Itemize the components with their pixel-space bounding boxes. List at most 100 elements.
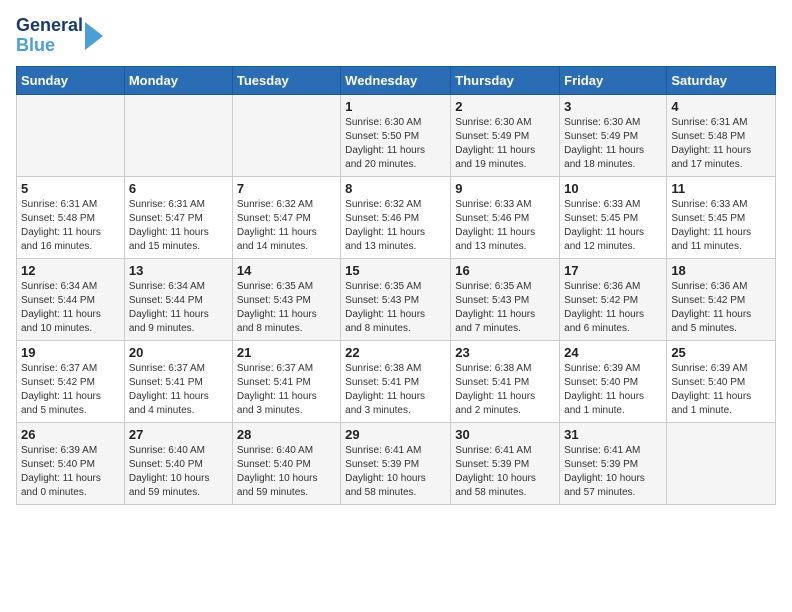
calendar-week-row: 1 Sunrise: 6:30 AM Sunset: 5:50 PM Daylig… (17, 94, 776, 176)
day-number: 3 (564, 99, 662, 114)
calendar-cell: 8 Sunrise: 6:32 AM Sunset: 5:46 PM Daylig… (341, 176, 451, 258)
day-number: 19 (21, 345, 120, 360)
calendar-cell: 31 Sunrise: 6:41 AM Sunset: 5:39 PM Dayli… (560, 422, 667, 504)
day-number: 15 (345, 263, 446, 278)
weekday-header-friday: Friday (560, 66, 667, 94)
day-number: 17 (564, 263, 662, 278)
calendar-cell: 14 Sunrise: 6:35 AM Sunset: 5:43 PM Dayli… (232, 258, 340, 340)
day-info: Sunrise: 6:32 AM Sunset: 5:46 PM Dayligh… (345, 198, 446, 254)
calendar-cell: 20 Sunrise: 6:37 AM Sunset: 5:41 PM Dayli… (124, 340, 232, 422)
day-info: Sunrise: 6:31 AM Sunset: 5:48 PM Dayligh… (671, 116, 771, 172)
day-info: Sunrise: 6:36 AM Sunset: 5:42 PM Dayligh… (564, 280, 662, 336)
day-number: 29 (345, 427, 446, 442)
calendar-cell: 10 Sunrise: 6:33 AM Sunset: 5:45 PM Dayli… (560, 176, 667, 258)
calendar-cell (232, 94, 340, 176)
day-number: 18 (671, 263, 771, 278)
calendar-cell: 11 Sunrise: 6:33 AM Sunset: 5:45 PM Dayli… (667, 176, 776, 258)
day-info: Sunrise: 6:41 AM Sunset: 5:39 PM Dayligh… (564, 444, 662, 500)
calendar-cell: 19 Sunrise: 6:37 AM Sunset: 5:42 PM Dayli… (17, 340, 125, 422)
day-info: Sunrise: 6:30 AM Sunset: 5:50 PM Dayligh… (345, 116, 446, 172)
day-number: 16 (455, 263, 555, 278)
calendar-cell: 17 Sunrise: 6:36 AM Sunset: 5:42 PM Dayli… (560, 258, 667, 340)
day-info: Sunrise: 6:37 AM Sunset: 5:41 PM Dayligh… (129, 362, 228, 418)
calendar-cell: 13 Sunrise: 6:34 AM Sunset: 5:44 PM Dayli… (124, 258, 232, 340)
calendar-cell: 7 Sunrise: 6:32 AM Sunset: 5:47 PM Daylig… (232, 176, 340, 258)
calendar-cell: 12 Sunrise: 6:34 AM Sunset: 5:44 PM Dayli… (17, 258, 125, 340)
day-number: 1 (345, 99, 446, 114)
calendar-cell: 16 Sunrise: 6:35 AM Sunset: 5:43 PM Dayli… (451, 258, 560, 340)
day-info: Sunrise: 6:34 AM Sunset: 5:44 PM Dayligh… (21, 280, 120, 336)
day-info: Sunrise: 6:39 AM Sunset: 5:40 PM Dayligh… (21, 444, 120, 500)
day-number: 12 (21, 263, 120, 278)
day-number: 21 (237, 345, 336, 360)
day-number: 26 (21, 427, 120, 442)
day-number: 4 (671, 99, 771, 114)
day-info: Sunrise: 6:41 AM Sunset: 5:39 PM Dayligh… (345, 444, 446, 500)
logo-text: GeneralBlue (16, 16, 83, 56)
day-info: Sunrise: 6:33 AM Sunset: 5:45 PM Dayligh… (671, 198, 771, 254)
day-info: Sunrise: 6:38 AM Sunset: 5:41 PM Dayligh… (455, 362, 555, 418)
calendar-cell: 29 Sunrise: 6:41 AM Sunset: 5:39 PM Dayli… (341, 422, 451, 504)
day-info: Sunrise: 6:39 AM Sunset: 5:40 PM Dayligh… (564, 362, 662, 418)
day-info: Sunrise: 6:31 AM Sunset: 5:47 PM Dayligh… (129, 198, 228, 254)
day-info: Sunrise: 6:35 AM Sunset: 5:43 PM Dayligh… (455, 280, 555, 336)
calendar-cell (17, 94, 125, 176)
day-info: Sunrise: 6:39 AM Sunset: 5:40 PM Dayligh… (671, 362, 771, 418)
day-number: 13 (129, 263, 228, 278)
day-number: 28 (237, 427, 336, 442)
calendar-cell (124, 94, 232, 176)
calendar-cell: 9 Sunrise: 6:33 AM Sunset: 5:46 PM Daylig… (451, 176, 560, 258)
calendar-cell: 15Sunrise: 6:35 AM Sunset: 5:43 PM Dayli… (341, 258, 451, 340)
calendar-cell: 22Sunrise: 6:38 AM Sunset: 5:41 PM Dayli… (341, 340, 451, 422)
day-info: Sunrise: 6:41 AM Sunset: 5:39 PM Dayligh… (455, 444, 555, 500)
day-info: Sunrise: 6:35 AM Sunset: 5:43 PM Dayligh… (237, 280, 336, 336)
day-info: Sunrise: 6:30 AM Sunset: 5:49 PM Dayligh… (455, 116, 555, 172)
calendar-cell: 4 Sunrise: 6:31 AM Sunset: 5:48 PM Daylig… (667, 94, 776, 176)
calendar-cell (667, 422, 776, 504)
day-number: 23 (455, 345, 555, 360)
day-info: Sunrise: 6:33 AM Sunset: 5:46 PM Dayligh… (455, 198, 555, 254)
day-number: 9 (455, 181, 555, 196)
weekday-header-row: SundayMondayTuesdayWednesdayThursdayFrid… (17, 66, 776, 94)
day-info: Sunrise: 6:33 AM Sunset: 5:45 PM Dayligh… (564, 198, 662, 254)
day-number: 14 (237, 263, 336, 278)
weekday-header-wednesday: Wednesday (341, 66, 451, 94)
calendar-table: SundayMondayTuesdayWednesdayThursdayFrid… (16, 66, 776, 505)
day-number: 27 (129, 427, 228, 442)
day-info: Sunrise: 6:34 AM Sunset: 5:44 PM Dayligh… (129, 280, 228, 336)
day-number: 8 (345, 181, 446, 196)
calendar-week-row: 12 Sunrise: 6:34 AM Sunset: 5:44 PM Dayli… (17, 258, 776, 340)
calendar-week-row: 19 Sunrise: 6:37 AM Sunset: 5:42 PM Dayli… (17, 340, 776, 422)
logo: GeneralBlue (16, 16, 103, 56)
weekday-header-monday: Monday (124, 66, 232, 94)
calendar-cell: 27 Sunrise: 6:40 AM Sunset: 5:40 PM Dayli… (124, 422, 232, 504)
day-number: 7 (237, 181, 336, 196)
calendar-cell: 5Sunrise: 6:31 AM Sunset: 5:48 PM Daylig… (17, 176, 125, 258)
day-number: 20 (129, 345, 228, 360)
day-info: Sunrise: 6:40 AM Sunset: 5:40 PM Dayligh… (129, 444, 228, 500)
day-number: 6 (129, 181, 228, 196)
calendar-cell: 1 Sunrise: 6:30 AM Sunset: 5:50 PM Daylig… (341, 94, 451, 176)
weekday-header-thursday: Thursday (451, 66, 560, 94)
page-header: GeneralBlue (16, 16, 776, 56)
weekday-header-sunday: Sunday (17, 66, 125, 94)
day-info: Sunrise: 6:30 AM Sunset: 5:49 PM Dayligh… (564, 116, 662, 172)
day-number: 24 (564, 345, 662, 360)
calendar-cell: 21Sunrise: 6:37 AM Sunset: 5:41 PM Dayli… (232, 340, 340, 422)
day-info: Sunrise: 6:36 AM Sunset: 5:42 PM Dayligh… (671, 280, 771, 336)
day-info: Sunrise: 6:37 AM Sunset: 5:42 PM Dayligh… (21, 362, 120, 418)
day-info: Sunrise: 6:32 AM Sunset: 5:47 PM Dayligh… (237, 198, 336, 254)
day-number: 31 (564, 427, 662, 442)
calendar-cell: 25 Sunrise: 6:39 AM Sunset: 5:40 PM Dayli… (667, 340, 776, 422)
day-number: 10 (564, 181, 662, 196)
calendar-cell: 3 Sunrise: 6:30 AM Sunset: 5:49 PM Daylig… (560, 94, 667, 176)
weekday-header-saturday: Saturday (667, 66, 776, 94)
day-info: Sunrise: 6:31 AM Sunset: 5:48 PM Dayligh… (21, 198, 120, 254)
calendar-cell: 6 Sunrise: 6:31 AM Sunset: 5:47 PM Daylig… (124, 176, 232, 258)
day-info: Sunrise: 6:38 AM Sunset: 5:41 PM Dayligh… (345, 362, 446, 418)
calendar-cell: 24 Sunrise: 6:39 AM Sunset: 5:40 PM Dayli… (560, 340, 667, 422)
calendar-cell: 28Sunrise: 6:40 AM Sunset: 5:40 PM Dayli… (232, 422, 340, 504)
day-number: 11 (671, 181, 771, 196)
day-number: 25 (671, 345, 771, 360)
calendar-cell: 23 Sunrise: 6:38 AM Sunset: 5:41 PM Dayli… (451, 340, 560, 422)
